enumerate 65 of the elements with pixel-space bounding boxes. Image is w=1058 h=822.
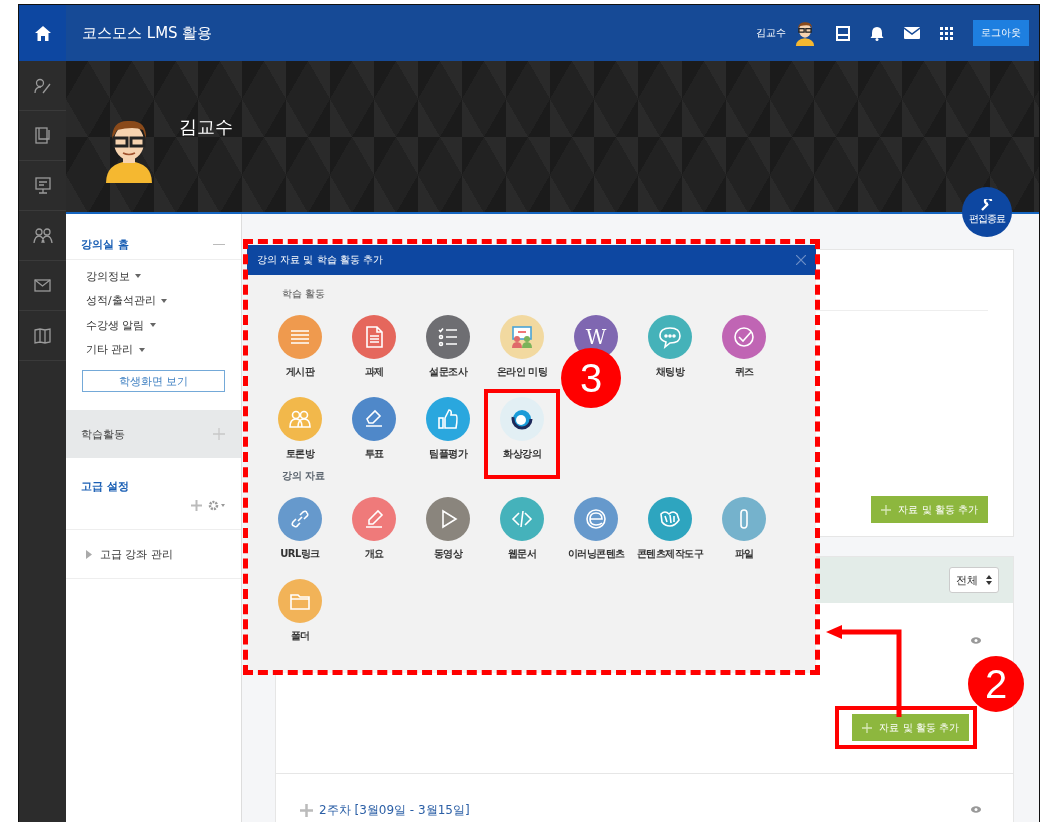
eye-icon[interactable] — [971, 637, 981, 644]
activity-label[interactable]: 과제 — [364, 365, 384, 379]
menu-item[interactable]: 수강생 알림 — [86, 317, 145, 333]
activity-label[interactable]: 토론방 — [285, 447, 315, 461]
menu-item[interactable]: 기타 관리 — [86, 342, 134, 358]
caret-icon[interactable] — [149, 323, 156, 328]
logout-button[interactable]: 로그아웃 — [973, 20, 1029, 46]
section-heading: 강의 자료 — [281, 469, 327, 483]
bell-icon[interactable] — [870, 25, 884, 41]
filter-select[interactable]: 전체 — [949, 567, 999, 593]
activity-icon[interactable] — [500, 397, 544, 441]
home-button[interactable] — [19, 5, 66, 61]
gear-icon[interactable] — [208, 500, 225, 511]
activity-label[interactable]: 팀플평가 — [429, 447, 467, 461]
dialog-title: 강의 자료 및 학습 활동 추가 — [257, 253, 383, 267]
activity-label[interactable]: 이러닝콘텐츠 — [567, 547, 625, 561]
mail-icon[interactable] — [34, 279, 51, 292]
week-title[interactable]: 2주차 [3월09일 - 3월15일] — [319, 802, 470, 819]
caret-icon[interactable] — [135, 274, 141, 279]
wrench-icon — [981, 198, 993, 211]
presentation-icon[interactable] — [34, 177, 51, 194]
plus-icon — [881, 504, 892, 515]
caret-icon[interactable] — [138, 347, 145, 352]
mail-icon[interactable] — [904, 27, 920, 39]
user-name[interactable]: 김교수 — [756, 26, 786, 40]
activity-label[interactable]: 퀴즈 — [734, 365, 754, 379]
expand-arrow-icon[interactable] — [86, 549, 92, 559]
section-heading: 학습 활동 — [281, 287, 327, 301]
group-icon[interactable] — [32, 227, 53, 244]
activity-label[interactable]: 채팅방 — [655, 365, 685, 379]
move-icon[interactable] — [300, 804, 313, 817]
plus-icon — [862, 722, 873, 733]
activity-label[interactable]: 폴더 — [290, 629, 310, 643]
user-edit-icon[interactable] — [33, 77, 52, 94]
activity-label[interactable]: 파일 — [734, 547, 754, 561]
site-title[interactable]: 코스모스 LMS 활용 — [82, 23, 213, 43]
activity-label[interactable]: 웹문서 — [507, 547, 537, 561]
book-icon[interactable] — [35, 127, 50, 144]
activity-label[interactable]: 투표 — [364, 447, 384, 461]
block-title[interactable]: 고급 설정 — [81, 480, 129, 493]
menu-item[interactable]: 성적/출석관리 — [86, 293, 156, 309]
move-icon[interactable] — [191, 500, 202, 511]
block-title[interactable]: 학습활동 — [81, 426, 125, 442]
apps-grid-icon[interactable] — [940, 26, 953, 40]
eye-icon[interactable] — [971, 806, 981, 813]
activity-label[interactable]: 개요 — [364, 547, 384, 561]
sort-arrows-icon — [986, 575, 992, 585]
block-title[interactable]: 강의실 홈 — [81, 237, 129, 252]
activity-label[interactable]: 온라인 미팅 — [496, 365, 548, 379]
avatar-icon[interactable] — [794, 20, 816, 46]
monitor-icon[interactable] — [836, 25, 850, 41]
activity-label[interactable]: 동영상 — [433, 547, 463, 561]
tree-item[interactable]: 고급 강좌 관리 — [100, 546, 173, 562]
map-icon[interactable] — [34, 327, 51, 344]
close-icon[interactable] — [796, 255, 806, 265]
activity-label[interactable]: 설문조사 — [429, 365, 467, 379]
menu-item[interactable]: 강의정보 — [86, 268, 130, 284]
activity-label[interactable]: 화상강의 — [503, 447, 541, 461]
profile-name: 김교수 — [179, 114, 233, 139]
activity-label[interactable]: URL링크 — [280, 547, 320, 561]
home-icon — [34, 25, 51, 41]
caret-icon[interactable] — [160, 298, 167, 303]
student-view-button[interactable]: 학생화면 보기 — [82, 370, 225, 392]
activity-label[interactable]: 게시판 — [285, 365, 315, 379]
activity-label[interactable]: 콘텐츠제작도구 — [636, 547, 704, 561]
